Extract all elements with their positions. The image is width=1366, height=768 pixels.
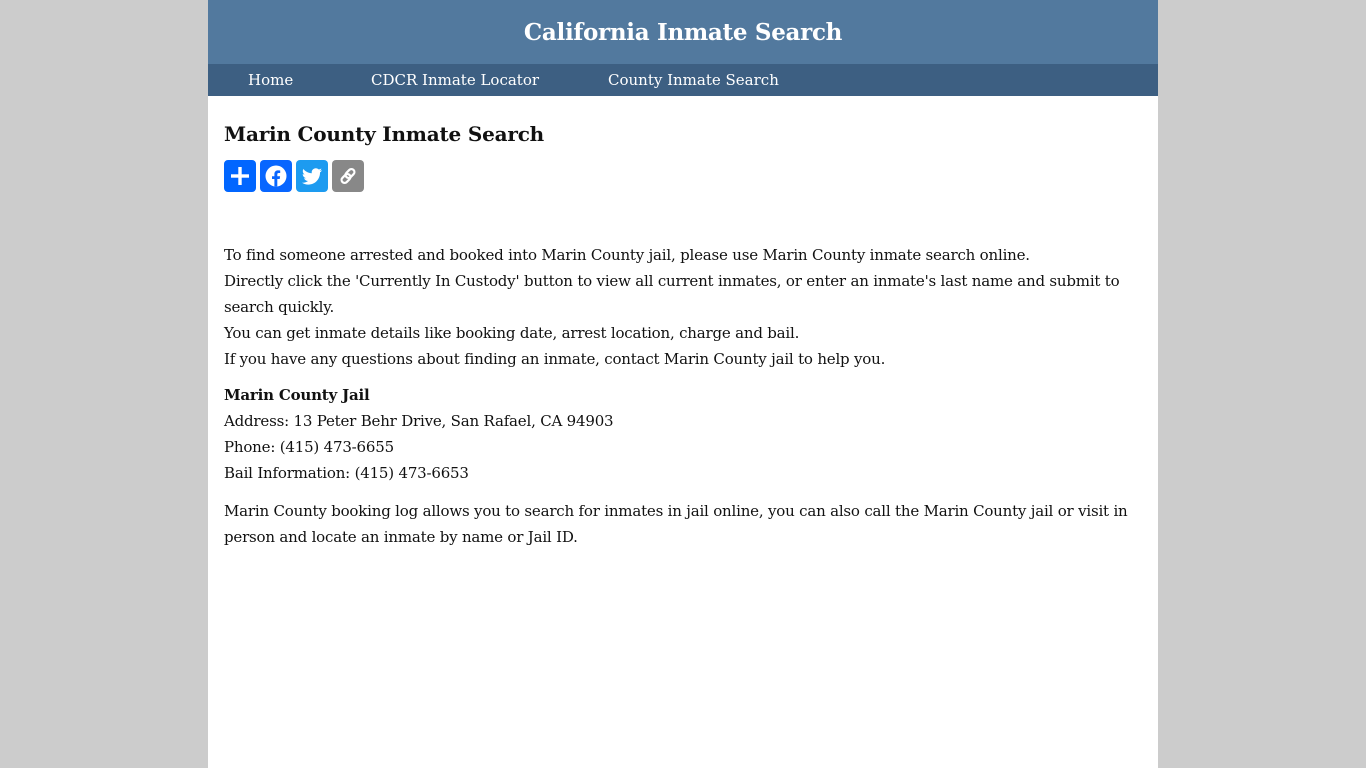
share-toolbar: [224, 160, 1142, 192]
nav-item-cdcr-inmate-locator[interactable]: CDCR Inmate Locator: [371, 71, 608, 89]
intro-line: If you have any questions about finding …: [224, 350, 886, 368]
twitter-icon: [302, 168, 322, 185]
jail-info: Marin County Jail Address: 13 Peter Behr…: [224, 382, 1142, 486]
jail-name: Marin County Jail: [224, 386, 370, 404]
facebook-icon: [265, 165, 287, 187]
twitter-share-button[interactable]: [296, 160, 328, 192]
nav-item-county-inmate-search[interactable]: County Inmate Search: [608, 71, 779, 89]
nav-item-home[interactable]: Home: [248, 71, 371, 89]
share-plus-icon: [231, 167, 249, 185]
site-title[interactable]: California Inmate Search: [524, 19, 842, 46]
share-button[interactable]: [224, 160, 256, 192]
main-nav: Home CDCR Inmate Locator County Inmate S…: [208, 64, 1158, 96]
copy-link-icon: [340, 167, 356, 185]
page-title: Marin County Inmate Search: [224, 122, 545, 146]
closing-paragraph: Marin County booking log allows you to s…: [224, 502, 1128, 546]
facebook-share-button[interactable]: [260, 160, 292, 192]
jail-address: Address: 13 Peter Behr Drive, San Rafael…: [224, 412, 614, 430]
intro-line: Directly click the 'Currently In Custody…: [224, 272, 1120, 316]
page-container: California Inmate Search Home CDCR Inmat…: [208, 0, 1158, 768]
intro-paragraph: To find someone arrested and booked into…: [224, 242, 1142, 372]
jail-bail-phone: Bail Information: (415) 473-6653: [224, 464, 469, 482]
jail-phone: Phone: (415) 473-6655: [224, 438, 394, 456]
intro-line: To find someone arrested and booked into…: [224, 246, 1030, 264]
main-content: Marin County Inmate Search To find someo…: [208, 122, 1158, 550]
site-header: California Inmate Search: [208, 0, 1158, 64]
copy-link-button[interactable]: [332, 160, 364, 192]
intro-line: You can get inmate details like booking …: [224, 324, 800, 342]
